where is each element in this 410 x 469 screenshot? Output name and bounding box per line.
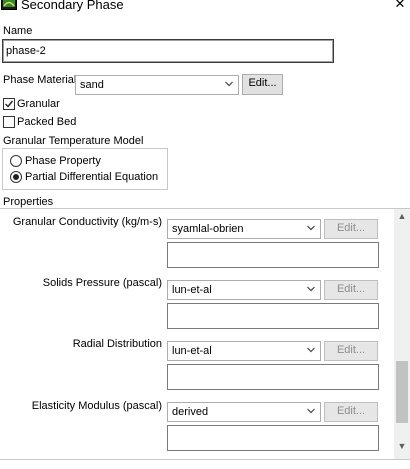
granular-conductivity-dropdown[interactable]: syamlal-obrien (167, 219, 321, 239)
scroll-up-icon[interactable]: ▲ (395, 211, 409, 221)
radial-distribution-dropdown[interactable]: lun-et-al (167, 341, 321, 361)
partial-differential-equation-label: Partial Differential Equation (25, 171, 159, 183)
elasticity-modulus-field[interactable] (167, 425, 379, 451)
name-field[interactable]: phase-2 (2, 39, 334, 63)
partial-differential-equation-radio[interactable] (10, 171, 22, 183)
granular-conductivity-edit-button[interactable]: Edit... (324, 219, 378, 239)
chevron-down-icon (307, 408, 315, 414)
chevron-down-icon (225, 81, 233, 87)
solids-pressure-edit-button[interactable]: Edit... (324, 280, 378, 300)
chevron-down-icon (307, 347, 315, 353)
packed-bed-checkbox[interactable] (3, 116, 15, 128)
granular-conductivity-label: Granular Conductivity (kg/m-s) (12, 216, 162, 228)
radial-distribution-edit-button[interactable]: Edit... (324, 341, 378, 361)
phase-material-dropdown[interactable]: sand (75, 75, 239, 95)
properties-divider (0, 208, 410, 209)
phase-property-radio[interactable] (10, 155, 22, 167)
radial-distribution-value: lun-et-al (172, 345, 212, 357)
elasticity-modulus-dropdown[interactable]: derived (167, 402, 321, 422)
chevron-down-icon (307, 286, 315, 292)
scrollbar-thumb[interactable] (396, 361, 408, 423)
elasticity-modulus-label: Elasticity Modulus (pascal) (31, 400, 162, 412)
solids-pressure-field[interactable] (167, 303, 379, 329)
phase-material-label: Phase Material (3, 74, 77, 86)
granular-checkbox[interactable] (3, 98, 15, 110)
granular-conductivity-field[interactable] (167, 242, 379, 268)
radial-distribution-field[interactable] (167, 364, 379, 390)
granular-label: Granular (17, 98, 60, 110)
phase-material-value: sand (80, 79, 104, 91)
properties-label: Properties (3, 196, 54, 208)
phase-property-label: Phase Property (25, 155, 101, 167)
radial-distribution-label: Radial Distribution (72, 338, 162, 350)
chevron-down-icon (307, 225, 315, 231)
elasticity-modulus-edit-button[interactable]: Edit... (324, 402, 378, 422)
scroll-down-icon[interactable]: ▼ (395, 441, 409, 451)
packed-bed-label: Packed Bed (17, 116, 77, 128)
properties-bottom-divider (0, 459, 410, 460)
material-edit-button[interactable]: Edit... (242, 74, 283, 95)
solids-pressure-value: lun-et-al (172, 284, 212, 296)
granular-conductivity-value: syamlal-obrien (172, 223, 244, 235)
name-label: Name (3, 25, 33, 37)
window-title: Secondary Phase (21, 0, 124, 12)
granular-temperature-model-label: Granular Temperature Model (3, 135, 144, 147)
check-icon (5, 100, 14, 108)
solids-pressure-dropdown[interactable]: lun-et-al (167, 280, 321, 300)
elasticity-modulus-value: derived (172, 406, 209, 418)
solids-pressure-label: Solids Pressure (pascal) (42, 277, 162, 289)
close-icon[interactable]: ✕ (393, 0, 407, 11)
app-icon (1, 0, 17, 10)
